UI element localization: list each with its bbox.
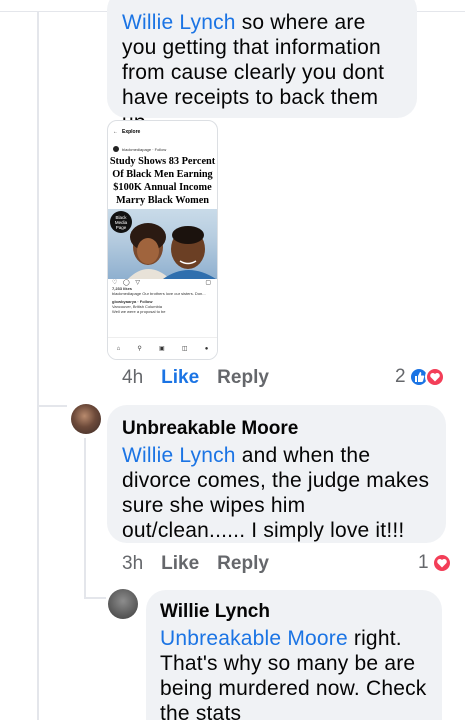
explore-header: ← Explore bbox=[113, 129, 141, 135]
shop-icon: ◫ bbox=[181, 346, 188, 352]
comment-time: 3h bbox=[122, 553, 144, 574]
comment-bubble: Willie Lynch Unbreakable Moore right. Th… bbox=[146, 590, 442, 720]
like-button[interactable]: Like bbox=[161, 553, 199, 575]
reaction-count: 2 bbox=[395, 366, 406, 387]
avatar[interactable] bbox=[71, 404, 101, 434]
couple-photo: Black Media Page bbox=[108, 209, 217, 279]
thread-line bbox=[37, 12, 39, 407]
thread-branch bbox=[37, 405, 67, 407]
mention-link[interactable]: Willie Lynch bbox=[122, 444, 236, 467]
mention-link[interactable]: Willie Lynch bbox=[122, 11, 236, 34]
post-meta: ♡ ◯ ▽ ▢ 7,233 likes blackmediapage Our b… bbox=[112, 280, 213, 314]
profile-icon: ● bbox=[204, 345, 209, 352]
reply-button[interactable]: Reply bbox=[217, 367, 269, 389]
comment-text: Willie Lynch so where are you getting th… bbox=[122, 11, 385, 134]
search-icon: ⚲ bbox=[137, 346, 142, 352]
post-headline: Study Shows 83 Percent Of Black Men Earn… bbox=[109, 156, 216, 206]
comment-actions: 4h Like Reply bbox=[122, 367, 287, 389]
reply-thread-line bbox=[84, 438, 86, 598]
mention-link[interactable]: Unbreakable Moore bbox=[160, 627, 348, 650]
reply-thread-branch bbox=[84, 597, 106, 599]
media-badge: Black Media Page bbox=[110, 211, 132, 233]
reaction-summary[interactable]: 2 bbox=[395, 366, 445, 388]
comment-time: 4h bbox=[122, 367, 144, 388]
reaction-count: 1 bbox=[418, 552, 429, 573]
reaction-summary[interactable]: 1 bbox=[418, 552, 452, 574]
comment-text: Unbreakable Moore right. That's why so m… bbox=[160, 627, 427, 720]
like-button[interactable]: Like bbox=[161, 367, 199, 389]
home-icon: ⌂ bbox=[116, 345, 121, 352]
love-icon bbox=[431, 553, 452, 573]
avatar[interactable] bbox=[108, 589, 138, 619]
post-account: blackmediapage · Follow bbox=[108, 143, 217, 155]
comment-bubble: Willie Lynch so where are you getting th… bbox=[107, 0, 417, 134]
love-icon bbox=[424, 367, 445, 387]
app-nav-bar: ⌂ ⚲ ▣ ◫ ● bbox=[108, 337, 217, 359]
thread-line bbox=[37, 405, 39, 720]
reels-icon: ▣ bbox=[159, 346, 165, 352]
comment-bubble: Unbreakable Moore Willie Lynch and when … bbox=[107, 405, 446, 543]
comment-author[interactable]: Unbreakable Moore bbox=[122, 417, 431, 441]
comment-actions: 3h Like Reply bbox=[122, 553, 287, 575]
reply-button[interactable]: Reply bbox=[217, 553, 269, 575]
shared-post-image[interactable]: ← Explore blackmediapage · Follow Study … bbox=[107, 120, 218, 360]
comment-author[interactable]: Willie Lynch bbox=[160, 600, 428, 624]
comment-text: Willie Lynch and when the divorce comes,… bbox=[122, 444, 430, 542]
